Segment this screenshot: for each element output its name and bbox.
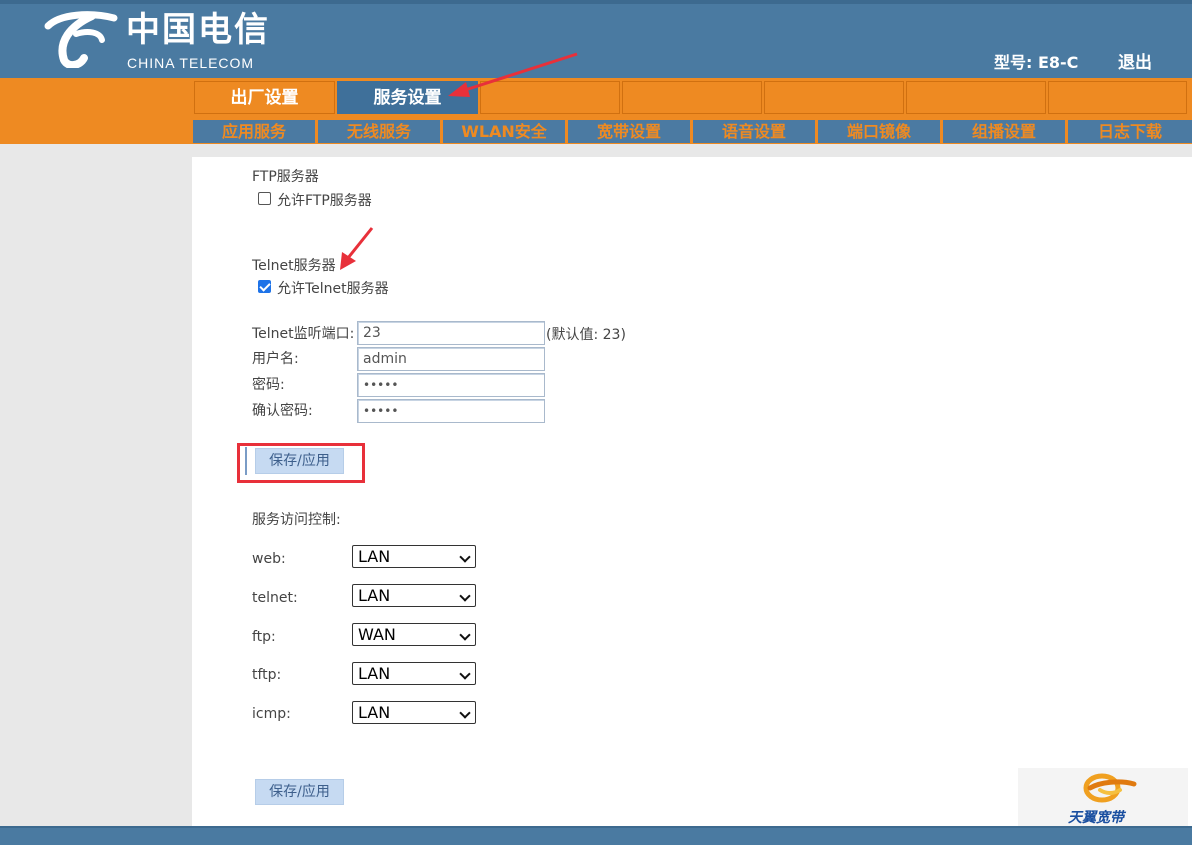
annotation-arrows bbox=[340, 52, 578, 270]
annotation-arrow-icon bbox=[448, 52, 578, 97]
annotation-arrow-icon bbox=[340, 227, 374, 270]
footer-bar bbox=[0, 826, 1192, 845]
